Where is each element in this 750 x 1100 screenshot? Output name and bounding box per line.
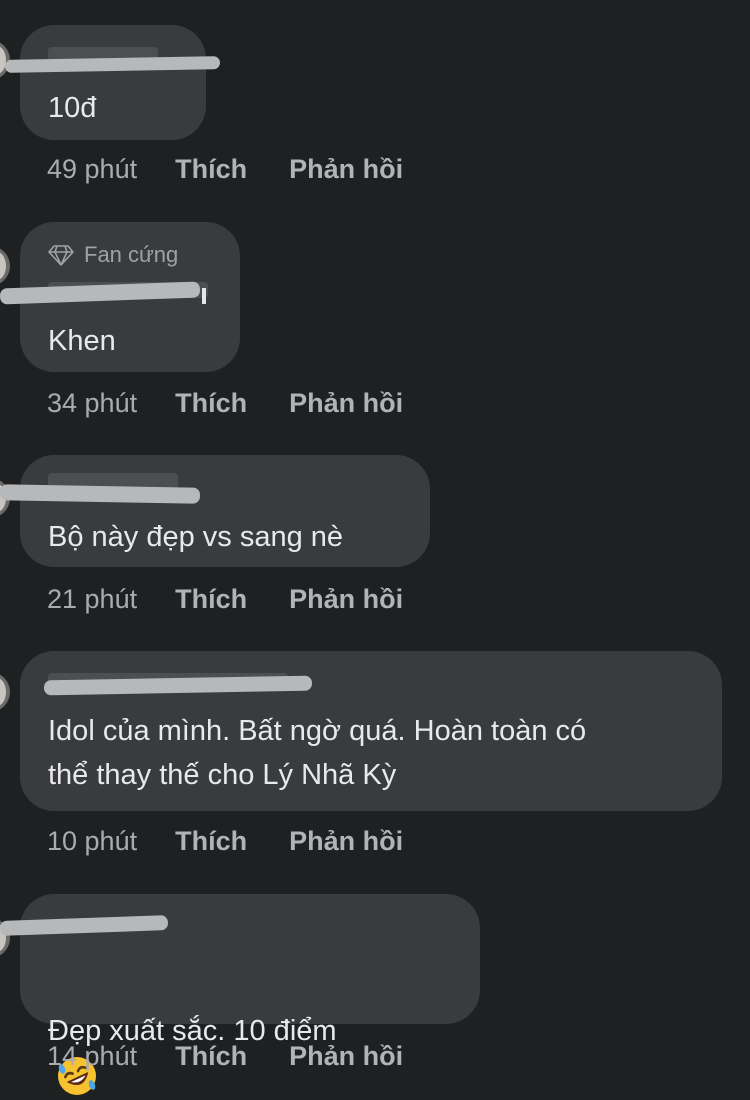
comment-text: Idol của mình. Bất ngờ quá. Hoàn toàn có… bbox=[48, 715, 587, 791]
comment-text: Đẹp xuất sắc. 10 điểm bbox=[48, 965, 337, 1097]
comments-panel: 10đ 49 phút Thích Phản hồi Fan cứng Khen… bbox=[0, 0, 750, 1100]
comment-bubble[interactable]: Đẹp xuất sắc. 10 điểm bbox=[20, 894, 480, 1096]
comment-meta: 21 phút Thích Phản hồi bbox=[47, 582, 403, 616]
name-redaction-tail bbox=[202, 288, 206, 304]
comment-bubble[interactable]: Idol của mình. Bất ngờ quá. Hoàn toàn có… bbox=[20, 651, 722, 811]
like-button[interactable]: Thích bbox=[175, 584, 247, 615]
reply-button[interactable]: Phản hồi bbox=[289, 826, 403, 857]
comment-bubble[interactable]: 10đ bbox=[20, 25, 206, 140]
comment-meta: 10 phút Thích Phản hồi bbox=[47, 824, 403, 858]
comment-meta: 34 phút Thích Phản hồi bbox=[47, 386, 403, 420]
comment-meta: 14 phút Thích Phản hồi bbox=[47, 1039, 403, 1073]
comment-time: 10 phút bbox=[47, 825, 138, 856]
comment-time: 49 phút bbox=[47, 153, 138, 184]
comment-text: 10đ bbox=[48, 92, 97, 124]
avatar[interactable] bbox=[0, 672, 10, 712]
like-button[interactable]: Thích bbox=[175, 154, 247, 185]
reply-button[interactable]: Phản hồi bbox=[289, 154, 403, 185]
comment-text: Khen bbox=[48, 325, 116, 357]
fan-badge: Fan cứng bbox=[48, 242, 178, 268]
comment-time: 34 phút bbox=[47, 387, 138, 418]
like-button[interactable]: Thích bbox=[175, 388, 247, 419]
like-button[interactable]: Thích bbox=[175, 1041, 247, 1072]
avatar[interactable] bbox=[0, 246, 10, 286]
comment-meta: 49 phút Thích Phản hồi bbox=[47, 152, 403, 186]
comment-time: 21 phút bbox=[47, 583, 138, 614]
comment-time: 14 phút bbox=[47, 1040, 138, 1071]
reply-button[interactable]: Phản hồi bbox=[289, 584, 403, 615]
comment-bubble[interactable]: Bộ này đẹp vs sang nè bbox=[20, 455, 430, 567]
diamond-icon bbox=[48, 245, 74, 266]
badge-label: Fan cứng bbox=[84, 242, 179, 267]
reply-button[interactable]: Phản hồi bbox=[289, 388, 403, 419]
like-button[interactable]: Thích bbox=[175, 826, 247, 857]
reply-button[interactable]: Phản hồi bbox=[289, 1041, 403, 1072]
comment-text: Bộ này đẹp vs sang nè bbox=[48, 521, 344, 553]
